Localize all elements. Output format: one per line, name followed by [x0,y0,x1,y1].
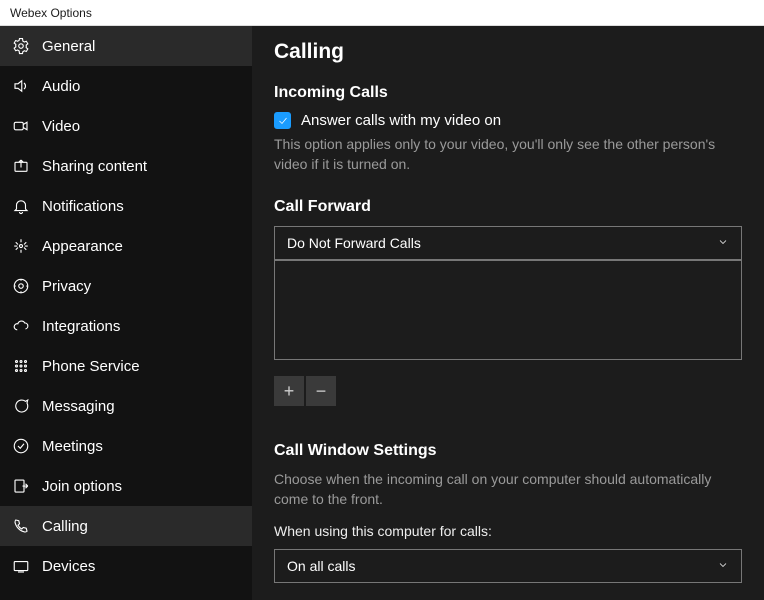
sidebar-item-appearance[interactable]: Appearance [0,226,252,266]
messaging-icon [12,397,30,415]
devices-icon [12,557,30,575]
sidebar-item-label: Join options [42,478,122,495]
sidebar-item-label: Messaging [42,398,115,415]
sidebar-item-label: Meetings [42,438,103,455]
share-icon [12,157,30,175]
sidebar-item-privacy[interactable]: Privacy [0,266,252,306]
sidebar-item-label: General [42,38,95,55]
sidebar-item-audio[interactable]: Audio [0,66,252,106]
when-using-computer-label: When using this computer for calls: [274,523,742,539]
dropdown-value: Do Not Forward Calls [287,235,421,251]
call-window-helper-text: Choose when the incoming call on your co… [274,470,734,509]
chevron-down-icon [717,558,729,574]
sidebar-item-video[interactable]: Video [0,106,252,146]
join-icon [12,477,30,495]
cloud-icon [12,317,30,335]
call-forward-dropdown[interactable]: Do Not Forward Calls [274,226,742,260]
checkbox-checked-icon [274,112,291,129]
sidebar-item-label: Calling [42,518,88,535]
sidebar-item-general[interactable]: General [0,26,252,66]
sidebar: General Audio Video Sharing content Noti [0,26,252,600]
checkbox-label: Answer calls with my video on [301,112,501,129]
gear-icon [12,37,30,55]
meetings-icon [12,437,30,455]
minus-icon: − [316,381,327,402]
appearance-icon [12,237,30,255]
sidebar-item-label: Integrations [42,318,120,335]
speaker-icon [12,77,30,95]
sidebar-item-messaging[interactable]: Messaging [0,386,252,426]
window-titlebar: Webex Options [0,0,764,26]
call-window-dropdown[interactable]: On all calls [274,549,742,583]
main-panel: Calling Incoming Calls Answer calls with… [252,26,764,600]
video-icon [12,117,30,135]
chevron-down-icon [717,235,729,251]
sidebar-item-label: Phone Service [42,358,140,375]
answer-with-video-checkbox[interactable]: Answer calls with my video on [274,112,742,129]
sidebar-item-label: Sharing content [42,158,147,175]
call-forward-list[interactable] [274,260,742,360]
dropdown-value: On all calls [287,558,355,574]
remove-forward-button[interactable]: − [306,376,336,406]
sidebar-item-integrations[interactable]: Integrations [0,306,252,346]
sidebar-item-phone-service[interactable]: Phone Service [0,346,252,386]
plus-icon: + [284,381,295,402]
sidebar-item-join-options[interactable]: Join options [0,466,252,506]
sidebar-item-label: Privacy [42,278,91,295]
bell-icon [12,197,30,215]
sidebar-item-calling[interactable]: Calling [0,506,252,546]
phone-icon [12,517,30,535]
sidebar-item-devices[interactable]: Devices [0,546,252,586]
window-title: Webex Options [10,6,92,20]
sidebar-item-label: Notifications [42,198,124,215]
add-forward-button[interactable]: + [274,376,304,406]
call-forward-heading: Call Forward [274,198,742,216]
sidebar-item-label: Devices [42,558,95,575]
sidebar-item-meetings[interactable]: Meetings [0,426,252,466]
dialpad-icon [12,357,30,375]
privacy-icon [12,277,30,295]
sidebar-item-sharing-content[interactable]: Sharing content [0,146,252,186]
sidebar-item-notifications[interactable]: Notifications [0,186,252,226]
incoming-calls-heading: Incoming Calls [274,84,742,102]
incoming-helper-text: This option applies only to your video, … [274,135,734,174]
call-window-settings-heading: Call Window Settings [274,442,742,460]
page-title: Calling [274,40,742,64]
sidebar-item-label: Video [42,118,80,135]
sidebar-item-label: Appearance [42,238,123,255]
sidebar-item-label: Audio [42,78,80,95]
